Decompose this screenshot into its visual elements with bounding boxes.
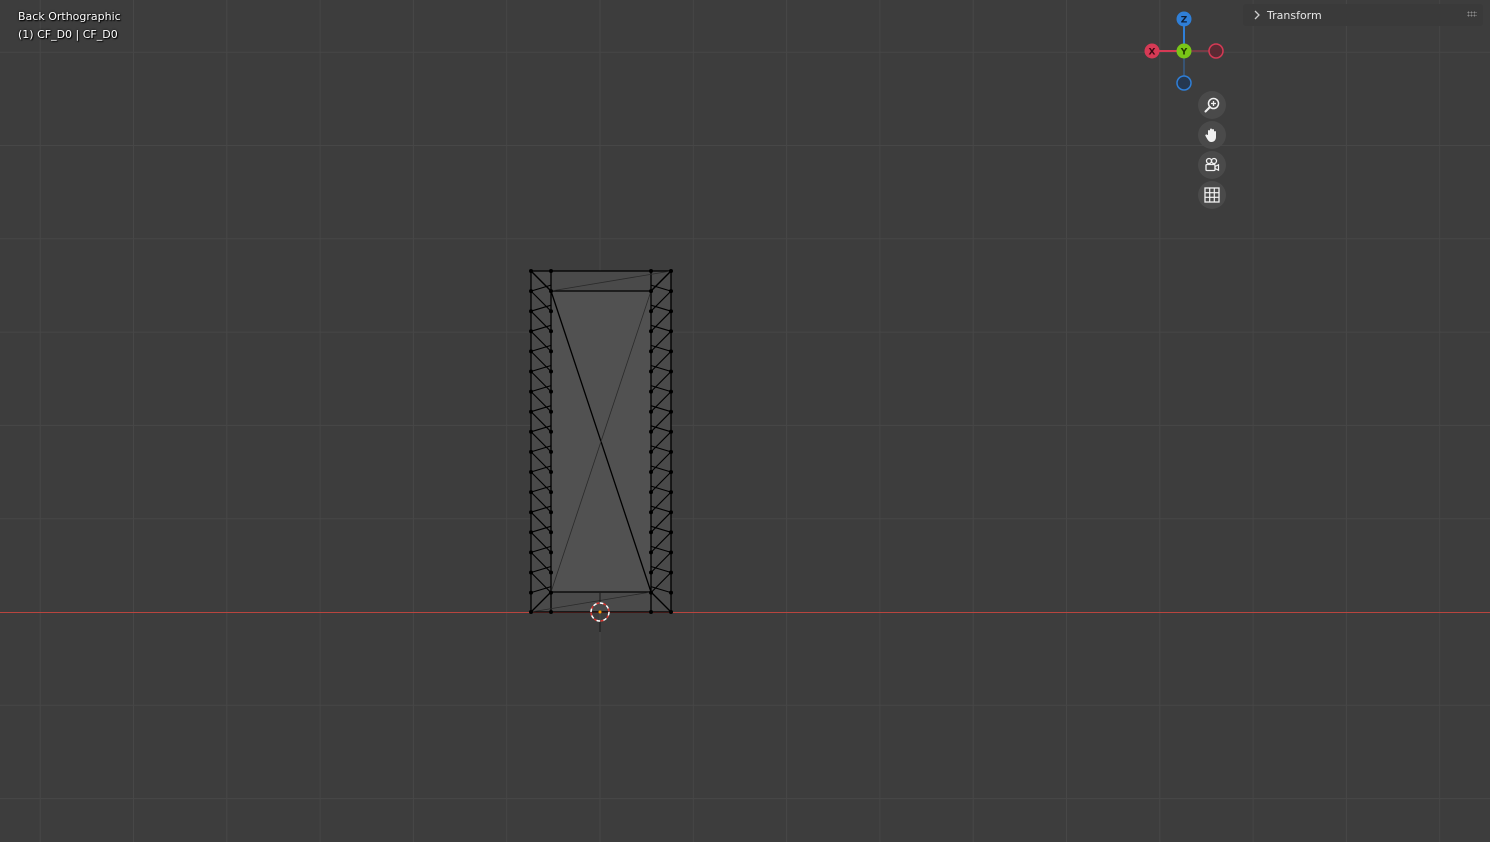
gizmo-y-axis[interactable]: Y xyxy=(1176,43,1192,59)
mesh-vertex[interactable] xyxy=(549,490,553,495)
mesh-vertex[interactable] xyxy=(669,429,673,434)
view-name-label: Back Orthographic xyxy=(18,10,121,23)
mesh-vertex[interactable] xyxy=(549,409,553,414)
pan-button[interactable] xyxy=(1198,121,1226,149)
mesh-vertex[interactable] xyxy=(529,389,533,394)
mesh-vertex[interactable] xyxy=(669,449,673,454)
mesh-vertex[interactable] xyxy=(669,550,673,555)
mesh-vertex[interactable] xyxy=(529,429,533,434)
mesh-vertex[interactable] xyxy=(529,369,533,374)
mesh-vertex[interactable] xyxy=(529,269,533,273)
mesh-vertex[interactable] xyxy=(649,550,653,555)
mesh-vertex[interactable] xyxy=(669,389,673,394)
mesh-vertex[interactable] xyxy=(549,289,553,294)
mesh-vertex[interactable] xyxy=(549,590,553,595)
mesh-vertex[interactable] xyxy=(549,309,553,314)
gizmo-y-label: Y xyxy=(1180,48,1188,58)
camera-icon xyxy=(1205,157,1220,172)
mesh-vertex[interactable] xyxy=(669,510,673,515)
mesh-object[interactable] xyxy=(529,269,673,614)
mesh-vertex[interactable] xyxy=(529,610,533,614)
mesh-vertex[interactable] xyxy=(669,530,673,535)
gizmo-z-label: Z xyxy=(1181,16,1188,26)
mesh-vertex[interactable] xyxy=(669,409,673,414)
mesh-vertex[interactable] xyxy=(649,429,653,434)
mesh-vertex[interactable] xyxy=(529,329,533,334)
mesh-vertex[interactable] xyxy=(649,309,653,314)
mesh-vertex[interactable] xyxy=(649,329,653,334)
mesh-vertex[interactable] xyxy=(649,389,653,394)
hand-icon xyxy=(1205,128,1216,142)
mesh-vertex[interactable] xyxy=(649,449,653,454)
mesh-vertex[interactable] xyxy=(669,590,673,595)
mesh-vertex[interactable] xyxy=(549,389,553,394)
mesh-vertex[interactable] xyxy=(549,530,553,535)
mesh-vertex[interactable] xyxy=(649,510,653,515)
grid-icon xyxy=(1204,187,1220,203)
zoom-icon xyxy=(1204,97,1220,113)
mesh-vertex[interactable] xyxy=(649,570,653,575)
mesh-vertex[interactable] xyxy=(529,570,533,575)
mesh-vertex[interactable] xyxy=(549,269,553,273)
navigation-gizmo[interactable]: Z X Y xyxy=(1140,6,1230,96)
mesh-vertex[interactable] xyxy=(669,349,673,354)
mesh-vertex[interactable] xyxy=(669,289,673,294)
mesh-vertex[interactable] xyxy=(529,289,533,294)
mesh-vertex[interactable] xyxy=(549,449,553,454)
mesh-vertex[interactable] xyxy=(549,470,553,474)
mesh-vertex[interactable] xyxy=(649,369,653,374)
mesh-vertex[interactable] xyxy=(649,590,653,595)
mesh-vertex[interactable] xyxy=(649,610,653,614)
object-info-label: (1) CF_D0 | CF_D0 xyxy=(18,28,118,41)
mesh-vertex[interactable] xyxy=(549,369,553,374)
gizmo-z-axis[interactable]: Z xyxy=(1176,11,1192,27)
mesh-vertex[interactable] xyxy=(669,610,673,614)
camera-view-button[interactable] xyxy=(1198,151,1226,179)
mesh-vertex[interactable] xyxy=(669,329,673,334)
ortho-toggle-button[interactable] xyxy=(1198,181,1226,209)
mesh-vertex[interactable] xyxy=(529,590,533,595)
mesh-vertex[interactable] xyxy=(649,490,653,495)
mesh-vertex[interactable] xyxy=(649,530,653,535)
zoom-button[interactable] xyxy=(1198,91,1226,119)
mesh-vertex[interactable] xyxy=(649,470,653,474)
mesh-vertex[interactable] xyxy=(649,289,653,294)
mesh-vertex[interactable] xyxy=(669,369,673,374)
mesh-vertex[interactable] xyxy=(669,490,673,495)
mesh-vertex[interactable] xyxy=(669,269,673,273)
mesh-vertex[interactable] xyxy=(529,349,533,354)
mesh-vertex[interactable] xyxy=(529,550,533,555)
mesh-vertex[interactable] xyxy=(649,349,653,354)
mesh-vertex[interactable] xyxy=(549,349,553,354)
mesh-vertex[interactable] xyxy=(549,610,553,614)
mesh-vertex[interactable] xyxy=(669,470,673,474)
3d-viewport[interactable]: Back Orthographic (1) CF_D0 | CF_D0 Z X … xyxy=(0,0,1490,842)
transform-panel-header[interactable]: Transform xyxy=(1243,4,1483,26)
mesh-vertex[interactable] xyxy=(529,309,533,314)
gizmo-neg-z-axis[interactable] xyxy=(1176,75,1192,91)
chevron-right-icon xyxy=(1249,10,1265,20)
mesh-vertex[interactable] xyxy=(529,470,533,474)
mesh-vertex[interactable] xyxy=(669,309,673,314)
mesh-vertex[interactable] xyxy=(549,429,553,434)
mesh-vertex[interactable] xyxy=(549,510,553,515)
gizmo-x-label: X xyxy=(1149,48,1156,58)
drag-handle-icon[interactable] xyxy=(1467,11,1477,17)
gizmo-neg-x-axis[interactable] xyxy=(1208,43,1224,59)
transform-panel-title: Transform xyxy=(1267,8,1322,22)
mesh-vertex[interactable] xyxy=(549,570,553,575)
mesh-vertex[interactable] xyxy=(529,510,533,515)
mesh-vertex[interactable] xyxy=(549,329,553,334)
mesh-vertex[interactable] xyxy=(649,409,653,414)
mesh-vertex[interactable] xyxy=(529,490,533,495)
gizmo-x-axis[interactable]: X xyxy=(1144,43,1160,59)
mesh-vertex[interactable] xyxy=(529,449,533,454)
mesh-vertex[interactable] xyxy=(549,550,553,555)
mesh-vertex[interactable] xyxy=(529,409,533,414)
viewport-grid xyxy=(0,0,1490,842)
mesh-vertex[interactable] xyxy=(529,530,533,535)
mesh-vertex[interactable] xyxy=(669,570,673,575)
mesh-vertex[interactable] xyxy=(649,269,653,273)
